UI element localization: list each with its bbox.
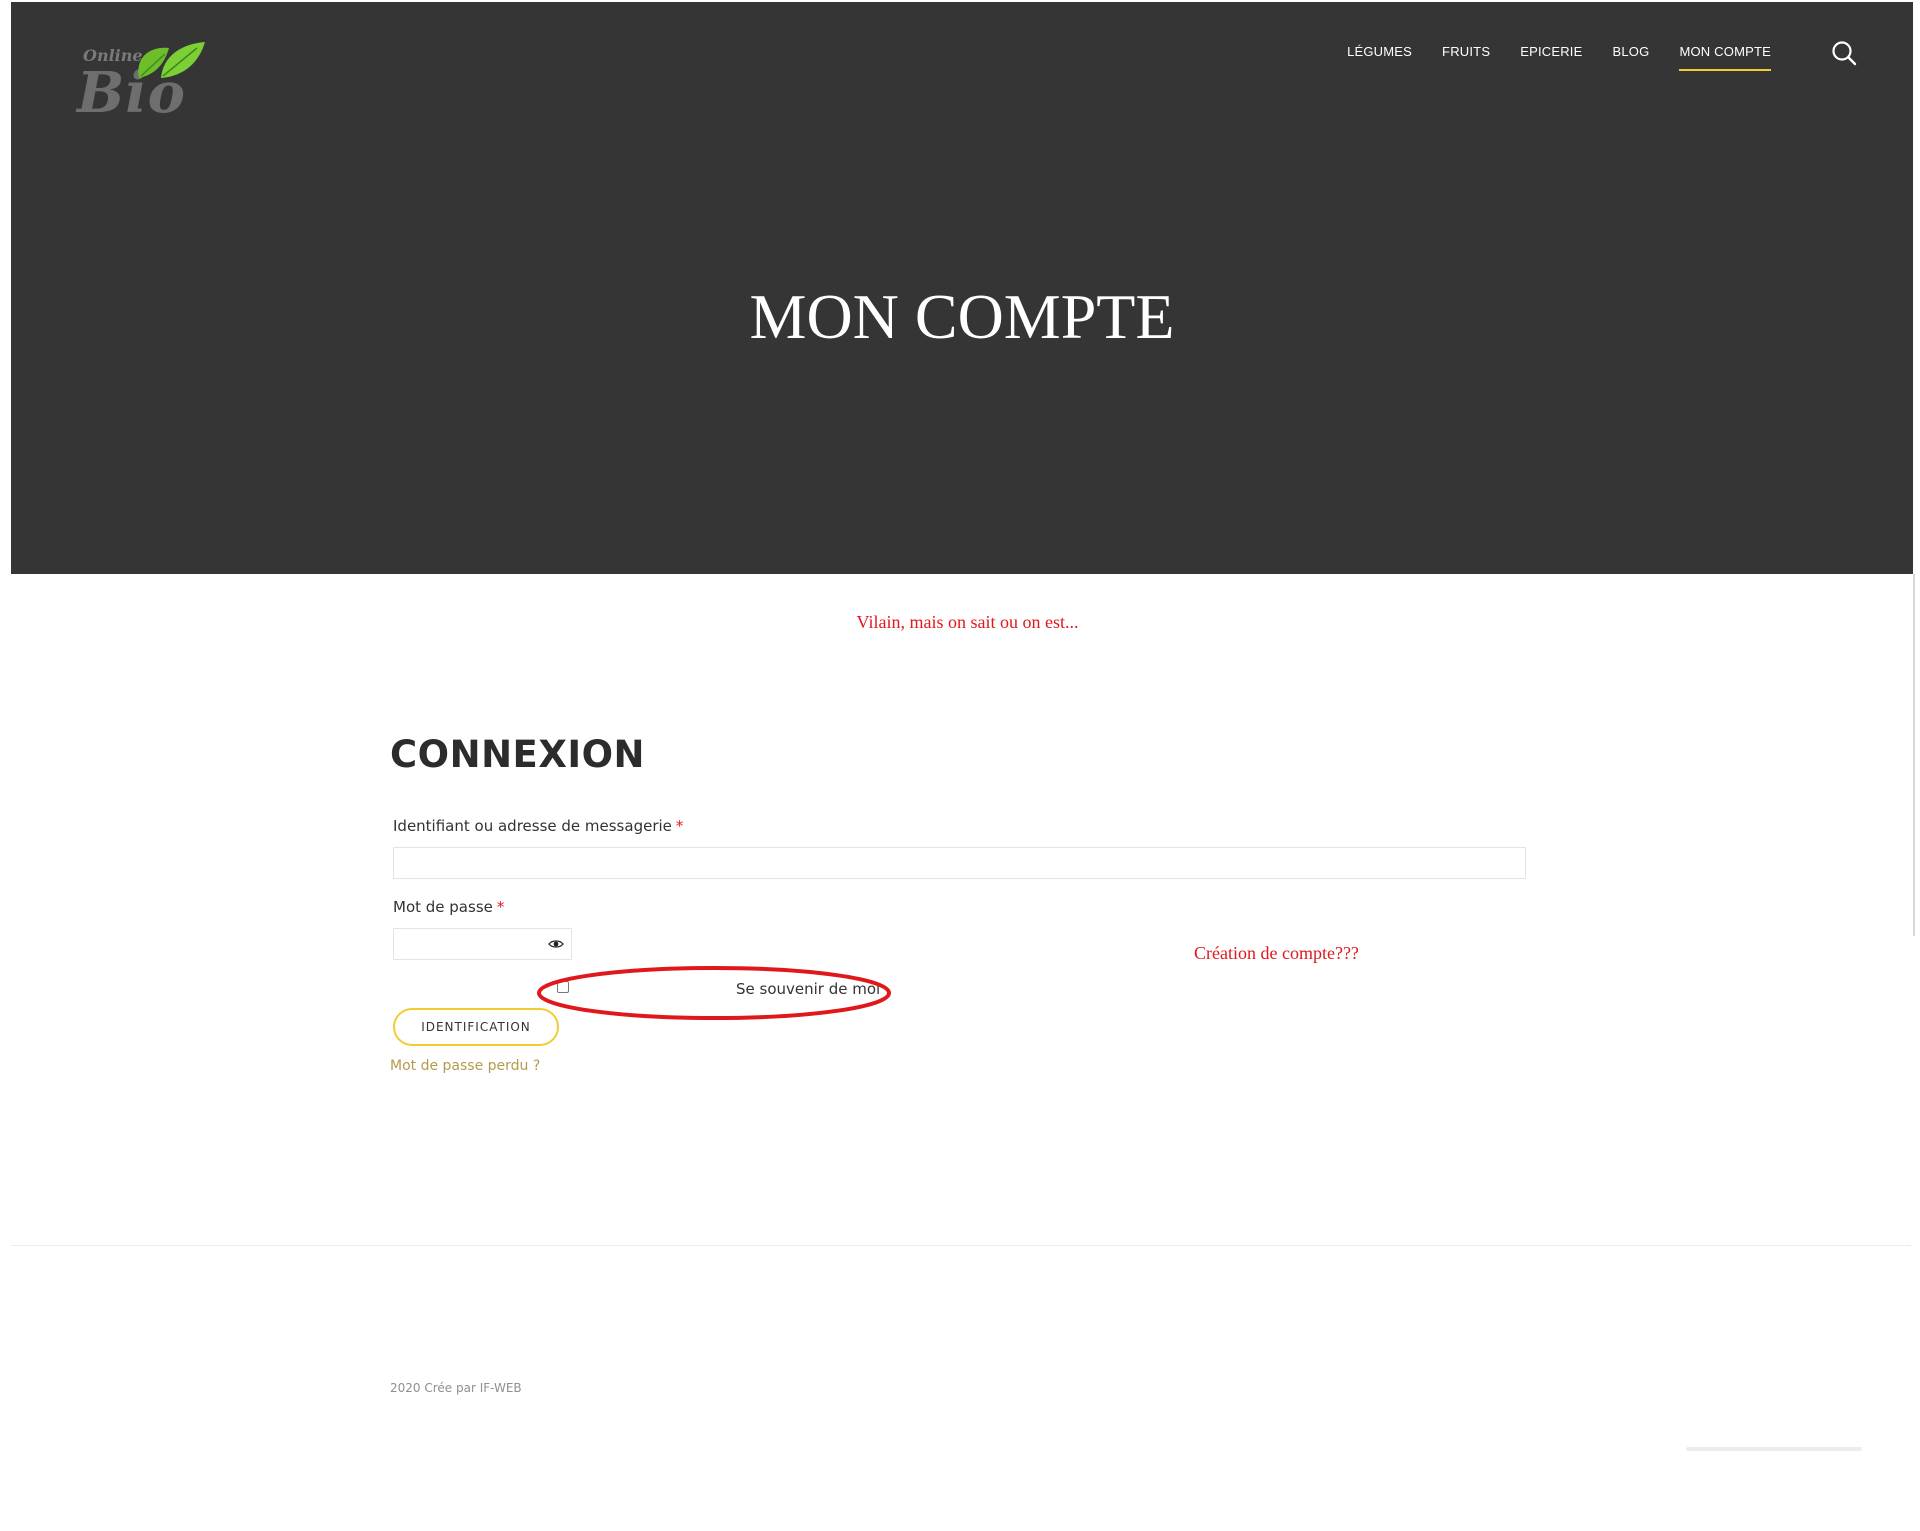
- footer-scroll-bar: [1686, 1447, 1862, 1451]
- hero-banner: Online Bio LÉGUMES FRUITS EPICERIE BLOG …: [11, 2, 1913, 574]
- main-nav: LÉGUMES FRUITS EPICERIE BLOG MON COMPTE: [1317, 44, 1771, 71]
- username-label: Identifiant ou adresse de messagerie *: [393, 817, 683, 835]
- nav-item-fruits[interactable]: FRUITS: [1442, 44, 1490, 71]
- annotation-right: Création de compte???: [1194, 943, 1359, 963]
- footer-divider: [11, 1245, 1911, 1246]
- nav-item-legumes[interactable]: LÉGUMES: [1347, 44, 1412, 71]
- identification-button[interactable]: IDENTIFICATION: [393, 1008, 559, 1046]
- annotation-top: Vilain, mais on sait ou on est...: [856, 612, 1079, 632]
- nav-item-blog[interactable]: BLOG: [1613, 44, 1650, 71]
- required-mark: *: [496, 898, 505, 916]
- login-title: CONNEXION: [390, 733, 646, 776]
- leaf-icon: [138, 42, 205, 78]
- site-logo[interactable]: Online Bio: [69, 40, 209, 130]
- nav-item-epicerie[interactable]: EPICERIE: [1520, 44, 1582, 71]
- search-icon[interactable]: [1831, 40, 1857, 66]
- lost-password-link[interactable]: Mot de passe perdu ?: [390, 1058, 540, 1074]
- page-title: MON COMPTE: [749, 281, 1175, 352]
- username-label-text: Identifiant ou adresse de messagerie: [393, 817, 672, 835]
- nav-item-mon-compte[interactable]: MON COMPTE: [1679, 44, 1771, 71]
- footer-credit: 2020 Crée par IF-WEB: [390, 1381, 522, 1395]
- password-field[interactable]: [393, 928, 572, 960]
- annotation-ellipse: [537, 966, 891, 1020]
- password-label: Mot de passe *: [393, 898, 504, 916]
- required-mark: *: [675, 817, 684, 835]
- username-field[interactable]: [393, 847, 1526, 879]
- eye-icon[interactable]: [548, 939, 564, 949]
- password-label-text: Mot de passe: [393, 898, 493, 916]
